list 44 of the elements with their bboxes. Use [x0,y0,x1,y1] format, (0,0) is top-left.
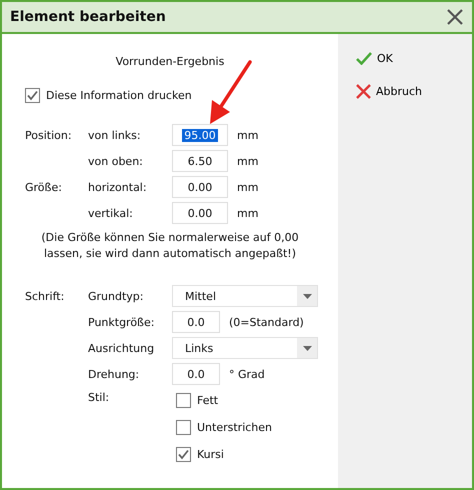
input-field[interactable]: 95.00 [172,124,228,146]
unit-label: mm [237,154,258,168]
cancel-button[interactable]: Abbruch [356,84,472,99]
input-field[interactable]: 6.50 [172,150,228,172]
group-label: Position: [25,128,72,142]
field-label: Stil: [88,391,110,404]
check-icon [356,52,372,65]
checkbox-label: Kursi [197,448,224,461]
field-label: Punktgröße: [88,316,154,328]
hint-text: (Die Größe können Sie normalerweise auf 0,00 lassen, sie wird dann automatisch angepaßt!) [40,230,300,262]
field-label: Drehung: [88,368,140,380]
checkbox[interactable] [176,393,191,408]
checkbox[interactable] [25,88,40,103]
unit-label: mm [237,206,258,220]
unit-label: mm [237,180,258,194]
ok-button[interactable]: OK [356,52,472,65]
close-button[interactable] [446,8,464,26]
field-label: Ausrichtung [88,342,154,354]
field-label: von oben: [88,154,143,168]
dropdown[interactable]: Mittel [172,285,318,307]
caret-icon [302,346,312,350]
unit-label: (0=Standard) [229,316,304,328]
checkbox-label: Fett [197,394,218,407]
group-label: Größe: [25,180,62,194]
dropdown[interactable]: Links [172,337,318,359]
input-field[interactable]: 0.0 [172,363,220,385]
unit-label: mm [237,128,258,142]
section-heading: Vorrunden-Ergebnis [116,55,224,68]
group-label: Schrift: [25,290,64,302]
unit-label: ° Grad [229,368,265,380]
input-field[interactable]: 0.00 [172,202,228,224]
cross-icon [356,84,371,99]
field-label: horizontal: [88,180,147,194]
field-label: vertikal: [88,206,133,220]
window-title: Element bearbeiten [10,9,166,25]
input-field[interactable]: 0.0 [172,311,220,333]
checkbox[interactable] [176,447,191,462]
checkbox-label: Unterstrichen [197,421,272,434]
input-field[interactable]: 0.00 [172,176,228,198]
checkbox[interactable] [176,420,191,435]
checkbox-label: Diese Information drucken [46,89,192,102]
field-label: von links: [88,128,141,142]
caret-icon [302,294,312,298]
field-label: Grundtyp: [88,290,144,302]
